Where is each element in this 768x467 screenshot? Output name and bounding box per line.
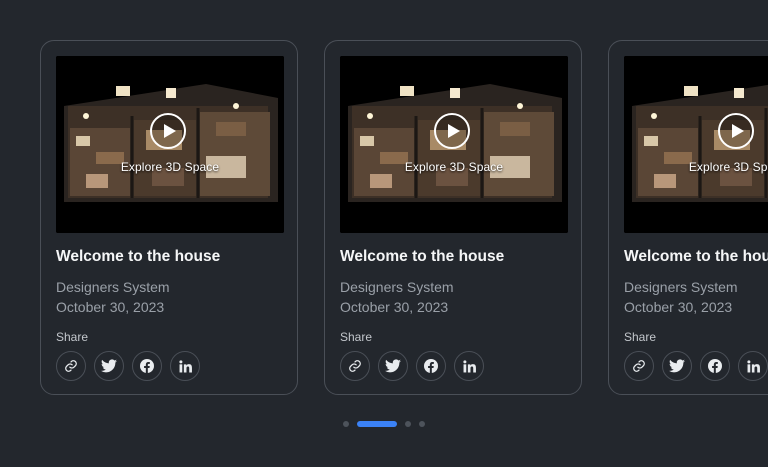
link-icon (349, 360, 361, 372)
card-title: Welcome to the house (56, 248, 221, 265)
share-link-button[interactable] (340, 351, 370, 381)
play-button[interactable] (434, 113, 470, 149)
pagination-dot-active[interactable] (357, 421, 397, 427)
play-icon (448, 124, 460, 138)
link-icon (633, 360, 645, 372)
share-twitter-button[interactable] (378, 351, 408, 381)
explore-3d-label: Explore 3D Space (120, 160, 220, 174)
share-facebook-button[interactable] (132, 351, 162, 381)
play-icon (732, 124, 744, 138)
facebook-icon (140, 359, 154, 373)
card-author: Designers System (340, 279, 454, 295)
share-label: Share (340, 330, 373, 344)
share-link-button[interactable] (624, 351, 654, 381)
share-linkedin-button[interactable] (454, 351, 484, 381)
share-facebook-button[interactable] (416, 351, 446, 381)
pagination-dot[interactable] (405, 421, 411, 427)
link-icon (65, 360, 77, 372)
video-card[interactable]: Explore 3D Space Welcome to the house De… (40, 40, 298, 395)
twitter-icon (385, 359, 401, 373)
share-label: Share (56, 330, 89, 344)
card-date: October 30, 2023 (624, 299, 733, 315)
video-thumbnail[interactable]: Explore 3D Space (56, 56, 284, 233)
share-facebook-button[interactable] (700, 351, 730, 381)
card-author: Designers System (624, 279, 738, 295)
pagination-dot[interactable] (419, 421, 425, 427)
play-button[interactable] (150, 113, 186, 149)
twitter-icon (669, 359, 685, 373)
share-buttons (624, 351, 768, 381)
video-card[interactable]: Explore 3D Space Welcome to the house De… (608, 40, 768, 395)
play-icon (164, 124, 176, 138)
video-thumbnail[interactable]: Explore 3D Space (624, 56, 768, 233)
card-title: Welcome to the house (340, 248, 505, 265)
card-date: October 30, 2023 (340, 299, 449, 315)
explore-3d-label: Explore 3D Space (404, 160, 504, 174)
share-twitter-button[interactable] (662, 351, 692, 381)
carousel-track: Explore 3D Space Welcome to the house De… (0, 0, 768, 467)
card-author: Designers System (56, 279, 170, 295)
share-link-button[interactable] (56, 351, 86, 381)
video-card[interactable]: Explore 3D Space Welcome to the house De… (324, 40, 582, 395)
pagination-dot[interactable] (343, 421, 349, 427)
card-date: October 30, 2023 (56, 299, 165, 315)
video-thumbnail[interactable]: Explore 3D Space (340, 56, 568, 233)
share-twitter-button[interactable] (94, 351, 124, 381)
share-buttons (340, 351, 484, 381)
linkedin-icon (178, 359, 192, 372)
card-title: Welcome to the house (624, 248, 768, 265)
linkedin-icon (462, 359, 476, 372)
share-linkedin-button[interactable] (170, 351, 200, 381)
facebook-icon (708, 359, 722, 373)
share-linkedin-button[interactable] (738, 351, 768, 381)
share-label: Share (624, 330, 657, 344)
linkedin-icon (746, 359, 760, 372)
explore-3d-label: Explore 3D Space (688, 160, 768, 174)
play-button[interactable] (718, 113, 754, 149)
twitter-icon (101, 359, 117, 373)
facebook-icon (424, 359, 438, 373)
share-buttons (56, 351, 200, 381)
